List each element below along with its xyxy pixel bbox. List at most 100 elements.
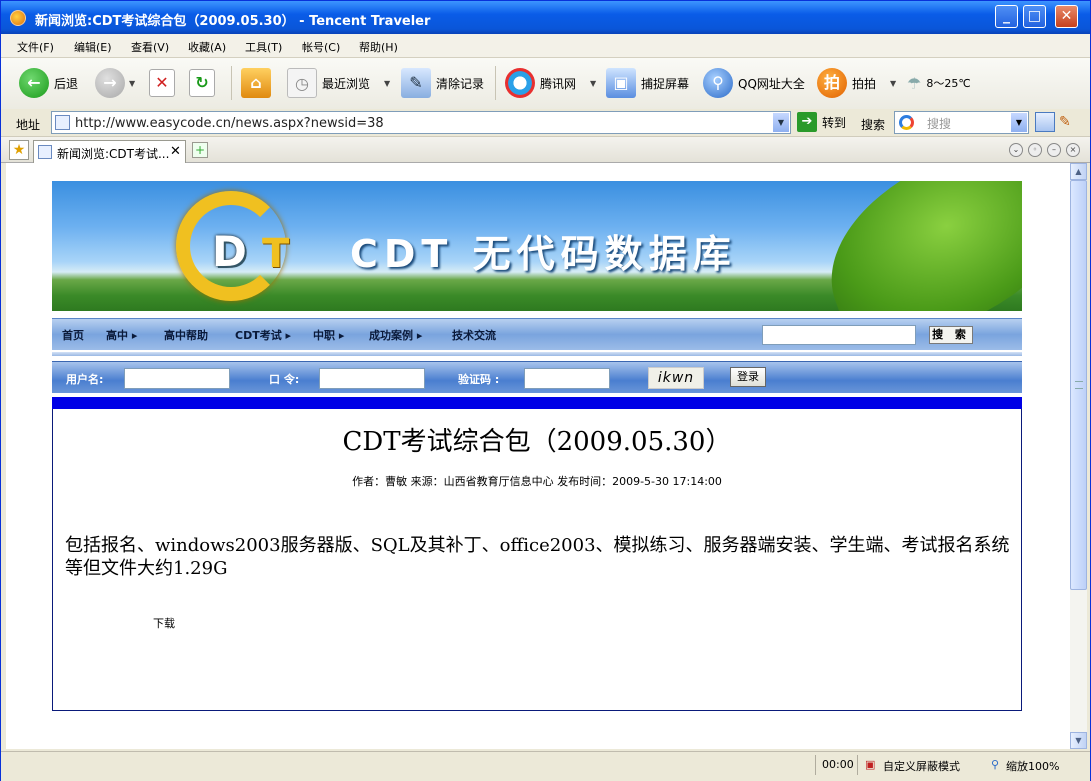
back-label: 后退 xyxy=(54,76,79,91)
go-button[interactable]: ➔ 转到 xyxy=(797,112,846,132)
weather-icon: ☂ xyxy=(907,73,922,93)
screenshot-icon: ▣ xyxy=(606,68,636,98)
block-mode-icon[interactable]: ▣ xyxy=(865,758,875,771)
captcha-image: ikwn xyxy=(648,367,704,389)
nav-tech-exchange[interactable]: 技术交流 xyxy=(452,327,496,343)
forward-button[interactable]: → ▼ xyxy=(95,67,135,99)
address-bar: 地址 http://www.easycode.cn/news.aspx?news… xyxy=(1,109,1090,137)
scroll-up-icon[interactable]: ▲ xyxy=(1070,163,1087,180)
web-content: D T CDT 无代码数据库 首页 高中 ▸ 高中帮助 CDT考试 ▸ 中职 ▸… xyxy=(6,163,1070,749)
menu-favorites[interactable]: 收藏(A) xyxy=(188,39,226,55)
tab-restore-icon[interactable]: ◦ xyxy=(1028,143,1042,157)
tab-label: 新闻浏览:CDT考试... xyxy=(57,147,170,161)
block-mode-label[interactable]: 自定义屏蔽模式 xyxy=(883,758,960,774)
minimize-button[interactable]: _ xyxy=(995,5,1018,28)
qq-nav-button[interactable]: ⚲ QQ网址大全 xyxy=(703,67,805,99)
menu-help[interactable]: 帮助(H) xyxy=(359,39,398,55)
status-bar: 00:00 ▣ 自定义屏蔽模式 ⚲ 缩放100% xyxy=(1,751,1090,781)
new-tab-button[interactable]: + xyxy=(192,142,208,158)
nav-high-school-help[interactable]: 高中帮助 xyxy=(164,327,208,343)
title-bar[interactable]: 新闻浏览:CDT考试综合包（2009.05.30） - Tencent Trav… xyxy=(1,1,1090,34)
menu-edit[interactable]: 编辑(E) xyxy=(74,39,112,55)
maximize-button[interactable]: □ xyxy=(1023,5,1046,28)
password-field[interactable] xyxy=(319,368,425,389)
status-divider xyxy=(857,755,858,775)
search-input[interactable]: 搜搜 ▼ xyxy=(894,111,1029,134)
menu-tools[interactable]: 工具(T) xyxy=(245,39,282,55)
vertical-scrollbar[interactable]: ▲ ▼ xyxy=(1070,163,1087,749)
site-search-button[interactable]: 搜 索 xyxy=(929,326,973,344)
nav-divider xyxy=(52,352,1022,356)
capture-button[interactable]: ▣ 捕捉屏幕 xyxy=(606,67,689,99)
paipai-button[interactable]: 拍 拍拍 ▼ xyxy=(817,67,896,99)
menu-account[interactable]: 帐号(C) xyxy=(302,39,340,55)
captcha-label: 验证码 : xyxy=(458,373,500,386)
browser-window: 新闻浏览:CDT考试综合包（2009.05.30） - Tencent Trav… xyxy=(0,0,1091,781)
favorites-star-icon[interactable]: ★ xyxy=(9,140,29,160)
window-title: 新闻浏览:CDT考试综合包（2009.05.30） - Tencent Trav… xyxy=(35,14,431,29)
search-go-button[interactable] xyxy=(1035,112,1055,132)
nav-home[interactable]: 首页 xyxy=(62,327,84,343)
zoom-level[interactable]: 缩放100% xyxy=(1006,758,1059,774)
article: CDT考试综合包（2009.05.30） 作者：曹敏 来源：山西省教育厅信息中心… xyxy=(52,409,1022,711)
refresh-button[interactable]: ↻ xyxy=(189,67,215,99)
paipai-dropdown-icon[interactable]: ▼ xyxy=(890,79,896,88)
tencent-button[interactable]: 腾讯网 ▼ xyxy=(505,67,596,99)
nav-high-school[interactable]: 高中 ▸ xyxy=(106,327,137,343)
recent-history-icon: ◷ xyxy=(287,68,317,98)
captcha-field[interactable] xyxy=(524,368,610,389)
login-button[interactable]: 登录 xyxy=(730,367,766,387)
clear-history-button[interactable]: ✎ 清除记录 xyxy=(401,67,484,99)
weather-label: 8～25℃ xyxy=(926,77,971,90)
pen-icon[interactable]: ✎ xyxy=(1059,114,1075,130)
close-button[interactable]: ✕ xyxy=(1055,5,1078,28)
status-divider xyxy=(815,755,816,775)
home-button[interactable]: ⌂ xyxy=(241,67,271,99)
back-arrow-icon: ← xyxy=(19,68,49,98)
weather-widget[interactable]: ☂ 8～25℃ xyxy=(907,67,971,99)
leaf-graphic xyxy=(802,181,1022,311)
clear-history-icon: ✎ xyxy=(401,68,431,98)
go-arrow-icon: ➔ xyxy=(797,112,817,132)
tab-close-all-icon[interactable]: × xyxy=(1066,143,1080,157)
menu-file[interactable]: 文件(F) xyxy=(17,39,54,55)
zoom-icon[interactable]: ⚲ xyxy=(991,758,999,771)
toolbar-separator xyxy=(495,66,496,100)
search-dropdown-icon[interactable]: ▼ xyxy=(1011,113,1027,132)
search-placeholder: 搜搜 xyxy=(927,117,952,131)
nav-vocational[interactable]: 中职 ▸ xyxy=(313,327,344,343)
nav-cdt-exam[interactable]: CDT考试 ▸ xyxy=(235,327,291,343)
site-search-input[interactable] xyxy=(762,325,916,345)
stop-icon: ✕ xyxy=(149,69,175,97)
tencent-dropdown-icon[interactable]: ▼ xyxy=(590,79,596,88)
scroll-down-icon[interactable]: ▼ xyxy=(1070,732,1087,749)
url-dropdown-icon[interactable]: ▼ xyxy=(773,113,789,132)
tencent-icon xyxy=(505,68,535,98)
login-bar: 用户名: 口 令: 验证码 : ikwn 登录 xyxy=(52,361,1022,393)
download-link[interactable]: 下载 xyxy=(153,615,175,631)
article-body: 包括报名、windows2003服务器版、SQL及其补丁、office2003、… xyxy=(65,535,1010,579)
nav-success-cases[interactable]: 成功案例 ▸ xyxy=(369,327,422,343)
back-button[interactable]: ← 后退 xyxy=(19,67,78,99)
forward-dropdown-icon[interactable]: ▼ xyxy=(129,79,135,88)
recent-label: 最近浏览 xyxy=(322,76,371,91)
page-icon xyxy=(55,115,70,130)
username-field[interactable] xyxy=(124,368,230,389)
article-meta: 作者：曹敏 来源：山西省教育厅信息中心 发布时间：2009-5-30 17:14… xyxy=(352,475,722,488)
tencent-label: 腾讯网 xyxy=(540,76,577,91)
url-text[interactable]: http://www.easycode.cn/news.aspx?newsid=… xyxy=(75,116,384,131)
menu-view[interactable]: 查看(V) xyxy=(131,39,169,55)
password-label: 口 令: xyxy=(269,373,300,386)
go-label: 转到 xyxy=(822,115,847,130)
scroll-thumb[interactable] xyxy=(1070,180,1087,590)
tab-minimize-icon[interactable]: – xyxy=(1047,143,1061,157)
tab-news[interactable]: 新闻浏览:CDT考试... ✕ xyxy=(33,140,186,163)
toolbar-separator xyxy=(231,66,232,100)
tab-close-icon[interactable]: ✕ xyxy=(170,144,181,159)
url-input[interactable]: http://www.easycode.cn/news.aspx?newsid=… xyxy=(51,111,791,134)
recent-dropdown-icon[interactable]: ▼ xyxy=(384,79,390,88)
capture-label: 捕捉屏幕 xyxy=(641,76,690,91)
stop-button[interactable]: ✕ xyxy=(149,67,175,99)
tab-list-icon[interactable]: ⌄ xyxy=(1009,143,1023,157)
recent-button[interactable]: ◷ 最近浏览 ▼ xyxy=(287,67,390,99)
